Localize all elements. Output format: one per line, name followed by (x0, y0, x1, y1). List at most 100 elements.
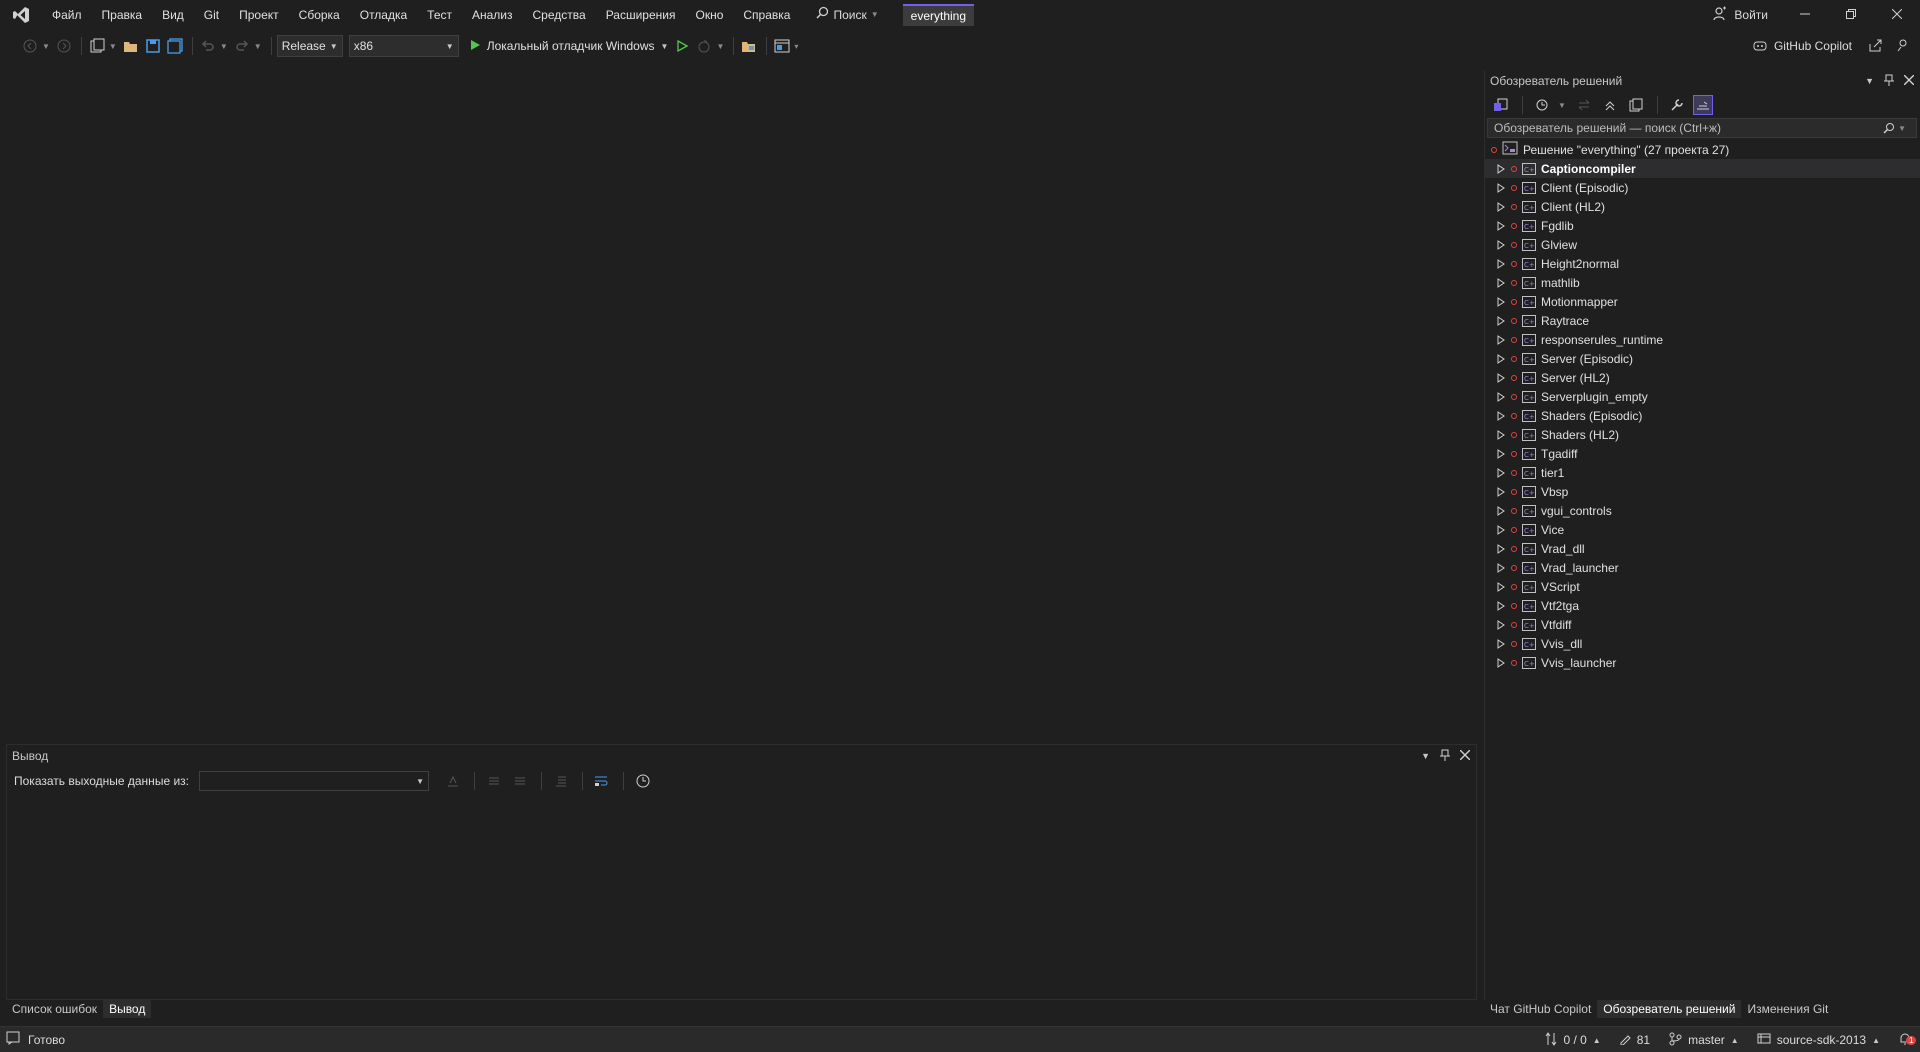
search-options[interactable]: ▼ (1883, 122, 1910, 134)
tree-project-item[interactable]: C+ tier1 (1485, 463, 1920, 482)
expand-arrow-icon[interactable] (1496, 315, 1506, 326)
expand-arrow-icon[interactable] (1496, 220, 1506, 231)
tree-project-item[interactable]: C+ Vvis_launcher (1485, 653, 1920, 672)
menu-tools[interactable]: Средства (523, 0, 596, 30)
expand-arrow-icon[interactable] (1496, 334, 1506, 345)
share-icon[interactable] (1868, 38, 1882, 55)
tree-project-item[interactable]: C+ Tgadiff (1485, 444, 1920, 463)
tree-project-item[interactable]: C+ Client (HL2) (1485, 197, 1920, 216)
chevron-down-icon[interactable]: ▼ (42, 42, 50, 51)
expand-arrow-icon[interactable] (1496, 296, 1506, 307)
tab-error-list[interactable]: Список ошибок (6, 1000, 103, 1018)
start-debugging-button[interactable]: Локальный отладчик Windows ▼ (465, 39, 673, 54)
previous-message-icon[interactable] (484, 771, 504, 791)
minimize-button[interactable] (1782, 0, 1828, 30)
find-message-icon[interactable] (443, 771, 463, 791)
expand-arrow-icon[interactable] (1496, 163, 1506, 174)
tree-project-item[interactable]: C+ Motionmapper (1485, 292, 1920, 311)
expand-arrow-icon[interactable] (1496, 581, 1506, 592)
chevron-down-icon[interactable]: ▼ (716, 42, 724, 51)
expand-arrow-icon[interactable] (1496, 448, 1506, 459)
tab-output[interactable]: Вывод (103, 1000, 152, 1018)
expand-arrow-icon[interactable] (1496, 486, 1506, 497)
tree-project-item[interactable]: C+ Server (HL2) (1485, 368, 1920, 387)
menu-project[interactable]: Проект (229, 0, 289, 30)
visual-studio-logo-icon[interactable] (0, 0, 42, 30)
menu-edit[interactable]: Правка (92, 0, 153, 30)
feedback-icon[interactable] (1896, 38, 1910, 55)
expand-arrow-icon[interactable] (1496, 657, 1506, 668)
menu-test[interactable]: Тест (417, 0, 462, 30)
expand-arrow-icon[interactable] (1496, 353, 1506, 364)
search-button[interactable]: Поиск ▼ (806, 0, 892, 30)
folder-view-icon[interactable] (739, 36, 759, 56)
next-message-icon[interactable] (510, 771, 530, 791)
preview-selected-items-icon[interactable] (1692, 95, 1713, 115)
properties-wrench-icon[interactable] (1667, 95, 1687, 115)
menu-file[interactable]: Файл (42, 0, 92, 30)
save-all-icon[interactable] (165, 36, 185, 56)
window-layout-icon[interactable] (772, 36, 792, 56)
start-without-debugging-icon[interactable] (672, 36, 692, 56)
sync-status[interactable]: 0 / 0 ▲ (1545, 1031, 1601, 1049)
show-all-files-icon[interactable] (1626, 95, 1646, 115)
tab-github-copilot-chat[interactable]: Чат GitHub Copilot (1484, 1000, 1597, 1018)
configuration-select[interactable]: Release ▼ (276, 35, 343, 57)
tree-project-item[interactable]: C+ VScript (1485, 577, 1920, 596)
chevron-down-icon[interactable]: ▼ (661, 42, 669, 51)
expand-arrow-icon[interactable] (1496, 277, 1506, 288)
sign-in-button[interactable]: Войти (1698, 6, 1782, 25)
sync-active-document-icon[interactable] (1574, 95, 1594, 115)
chevron-down-icon[interactable]: ▼ (1558, 101, 1566, 110)
tree-project-item[interactable]: C+ Shaders (Episodic) (1485, 406, 1920, 425)
word-wrap-icon[interactable] (592, 771, 612, 791)
expand-arrow-icon[interactable] (1496, 201, 1506, 212)
close-icon[interactable] (1903, 74, 1915, 88)
pending-changes-filter-icon[interactable] (1532, 95, 1552, 115)
expand-arrow-icon[interactable] (1496, 467, 1506, 478)
expand-arrow-icon[interactable] (1496, 410, 1506, 421)
repository-status[interactable]: source-sdk-2013 ▲ (1757, 1032, 1880, 1049)
output-source-select[interactable]: ▼ (198, 771, 429, 791)
chevron-down-icon[interactable]: ▼ (1421, 751, 1430, 761)
chevron-down-icon[interactable]: ▼ (1865, 76, 1874, 86)
menu-help[interactable]: Справка (733, 0, 800, 30)
new-project-icon[interactable] (87, 36, 107, 56)
pin-icon[interactable] (1440, 749, 1450, 764)
branch-status[interactable]: master ▲ (1668, 1032, 1739, 1049)
close-button[interactable] (1874, 0, 1920, 30)
tree-project-item[interactable]: C+ Vbsp (1485, 482, 1920, 501)
expand-arrow-icon[interactable] (1496, 505, 1506, 516)
platform-select[interactable]: x86 ▼ (348, 35, 459, 57)
chevron-down-icon[interactable]: ▼ (109, 42, 117, 51)
expand-arrow-icon[interactable] (1496, 372, 1506, 383)
expand-arrow-icon[interactable] (1496, 258, 1506, 269)
tree-project-item[interactable]: C+ Height2normal (1485, 254, 1920, 273)
menu-build[interactable]: Сборка (289, 0, 350, 30)
tree-project-item[interactable]: C+ Client (Episodic) (1485, 178, 1920, 197)
tree-project-item[interactable]: C+ vgui_controls (1485, 501, 1920, 520)
chevron-down-icon[interactable]: ▾ (794, 42, 798, 51)
chevron-down-icon[interactable]: ▼ (220, 42, 228, 51)
menu-debug[interactable]: Отладка (350, 0, 417, 30)
navigate-forward-icon[interactable] (54, 36, 74, 56)
open-folder-icon[interactable] (121, 36, 141, 56)
expand-arrow-icon[interactable] (1496, 429, 1506, 440)
tree-project-item[interactable]: C+ Vrad_launcher (1485, 558, 1920, 577)
tree-project-item[interactable]: C+ Server (Episodic) (1485, 349, 1920, 368)
github-copilot-button[interactable]: GitHub Copilot (1752, 30, 1920, 62)
tree-project-item[interactable]: C+ Captioncompiler (1485, 159, 1920, 178)
tree-project-item[interactable]: C+ Vtf2tga (1485, 596, 1920, 615)
timestamp-clock-icon[interactable] (633, 771, 653, 791)
close-icon[interactable] (1459, 749, 1471, 763)
menu-analyze[interactable]: Анализ (462, 0, 523, 30)
tree-project-item[interactable]: C+ Serverplugin_empty (1485, 387, 1920, 406)
tree-project-item[interactable]: C+ mathlib (1485, 273, 1920, 292)
hot-reload-icon[interactable] (694, 36, 714, 56)
expand-arrow-icon[interactable] (1496, 239, 1506, 250)
tab-solution-explorer[interactable]: Обозреватель решений (1597, 1000, 1742, 1018)
restore-button[interactable] (1828, 0, 1874, 30)
tree-project-item[interactable]: C+ Vvis_dll (1485, 634, 1920, 653)
expand-arrow-icon[interactable] (1496, 600, 1506, 611)
chevron-down-icon[interactable]: ▼ (254, 42, 262, 51)
